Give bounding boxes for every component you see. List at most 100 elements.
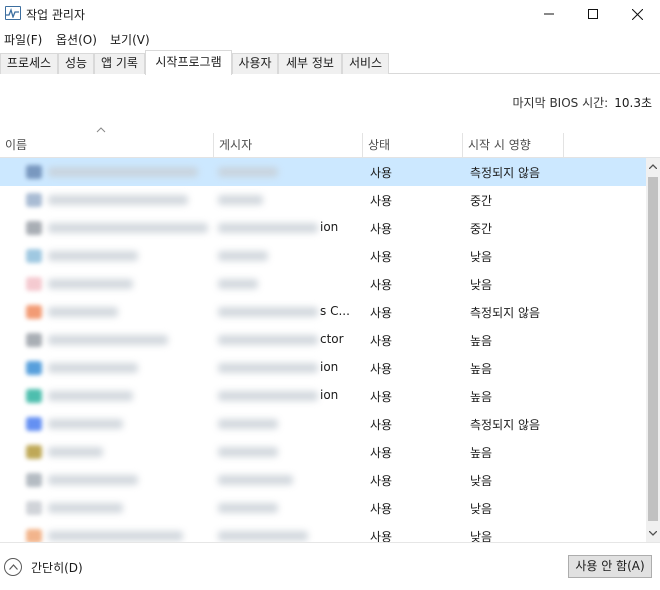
status-cell: 사용	[370, 222, 393, 236]
tab-users[interactable]: 사용자	[232, 53, 278, 74]
app-icon	[26, 361, 42, 375]
app-icon	[26, 165, 42, 179]
impact-cell: 높음	[470, 446, 493, 460]
redacted-app-name	[48, 279, 133, 289]
startup-row[interactable]: ion 사용 중간	[0, 214, 646, 242]
publisher-text: ion	[320, 220, 339, 234]
status-cell: 사용	[370, 530, 393, 542]
redacted-publisher	[218, 307, 318, 317]
window-title: 작업 관리자	[26, 8, 86, 22]
startup-row[interactable]: s C... 사용 측정되지 않음	[0, 298, 646, 326]
redacted-app-name	[48, 251, 138, 261]
startup-row[interactable]: 사용 낮음	[0, 522, 646, 542]
redacted-app-name	[48, 335, 168, 345]
app-icon	[26, 221, 42, 235]
task-manager-icon	[5, 6, 21, 20]
column-name[interactable]: 이름	[0, 133, 213, 157]
startup-row[interactable]: 사용 낮음	[0, 242, 646, 270]
scroll-thumb[interactable]	[648, 177, 658, 521]
startup-list: 사용 측정되지 않음 사용 중간 ion 사용 중간 사용 낮음 사용 낮음 s C... 사용 측정되지…	[0, 158, 646, 542]
bios-time-label: 마지막 BIOS 시간:	[512, 96, 609, 110]
chevron-down-icon	[649, 531, 657, 536]
redacted-publisher	[218, 391, 318, 401]
publisher-text: ion	[320, 388, 339, 402]
app-icon	[26, 501, 42, 515]
fewer-details-button[interactable]: 간단히(D)	[4, 556, 83, 578]
redacted-app-name	[48, 447, 103, 457]
status-cell: 사용	[370, 418, 393, 432]
app-icon	[26, 473, 42, 487]
app-icon	[26, 417, 42, 431]
impact-cell: 높음	[470, 362, 493, 376]
column-startup-impact[interactable]: 시작 시 영향	[463, 133, 563, 157]
redacted-publisher	[218, 251, 268, 261]
startup-row[interactable]: 사용 낮음	[0, 270, 646, 298]
footer-bar: 간단히(D) 사용 안 함(A)	[0, 542, 660, 590]
tab-startup[interactable]: 시작프로그램	[145, 50, 232, 75]
publisher-text: ion	[320, 360, 339, 374]
startup-row[interactable]: 사용 중간	[0, 186, 646, 214]
startup-row[interactable]: 사용 측정되지 않음	[0, 158, 646, 186]
redacted-publisher	[218, 335, 318, 345]
maximize-button[interactable]	[570, 0, 616, 28]
redacted-publisher	[218, 503, 278, 513]
tab-bar: 프로세스 성능 앱 기록 시작프로그램 사용자 세부 정보 서비스	[0, 50, 660, 75]
maximize-icon	[588, 9, 598, 19]
impact-cell: 측정되지 않음	[470, 166, 541, 180]
column-header: 이름 게시자 상태 시작 시 영향	[0, 133, 660, 158]
redacted-app-name	[48, 167, 198, 177]
column-divider[interactable]	[563, 133, 564, 157]
redacted-app-name	[48, 503, 123, 513]
redacted-publisher	[218, 419, 278, 429]
menu-file[interactable]: 파일(F)	[4, 31, 42, 48]
impact-cell: 낮음	[470, 250, 493, 264]
redacted-publisher	[218, 447, 278, 457]
redacted-app-name	[48, 223, 208, 233]
impact-cell: 높음	[470, 334, 493, 348]
app-icon	[26, 445, 42, 459]
disable-button[interactable]: 사용 안 함(A)	[568, 555, 652, 578]
redacted-app-name	[48, 531, 183, 541]
redacted-app-name	[48, 475, 138, 485]
scroll-down-button[interactable]	[646, 525, 660, 542]
menu-options[interactable]: 옵션(O)	[56, 31, 97, 48]
vertical-scrollbar[interactable]	[646, 158, 660, 542]
redacted-app-name	[48, 195, 188, 205]
menu-view[interactable]: 보기(V)	[110, 31, 150, 48]
tab-processes[interactable]: 프로세스	[0, 53, 58, 74]
tab-app-history[interactable]: 앱 기록	[94, 53, 145, 74]
scroll-up-button[interactable]	[646, 158, 660, 175]
app-icon	[26, 305, 42, 319]
startup-row[interactable]: 사용 측정되지 않음	[0, 410, 646, 438]
startup-row[interactable]: 사용 낮음	[0, 466, 646, 494]
redacted-app-name	[48, 363, 138, 373]
bios-time: 마지막 BIOS 시간: 10.3초	[513, 94, 652, 111]
tab-performance[interactable]: 성능	[58, 53, 94, 74]
tab-services[interactable]: 서비스	[342, 53, 389, 74]
impact-cell: 낮음	[470, 502, 493, 516]
status-cell: 사용	[370, 474, 393, 488]
tab-details[interactable]: 세부 정보	[278, 53, 342, 74]
column-status[interactable]: 상태	[363, 133, 462, 157]
impact-cell: 낮음	[470, 474, 493, 488]
redacted-publisher	[218, 223, 318, 233]
minimize-icon	[544, 13, 554, 15]
chevron-up-icon	[649, 164, 657, 169]
column-publisher[interactable]: 게시자	[214, 133, 362, 157]
redacted-publisher	[218, 363, 318, 373]
chevron-up-circle-icon	[4, 558, 22, 576]
startup-row[interactable]: 사용 낮음	[0, 494, 646, 522]
minimize-button[interactable]	[526, 0, 572, 28]
status-cell: 사용	[370, 362, 393, 376]
app-icon	[26, 389, 42, 403]
status-cell: 사용	[370, 502, 393, 516]
close-button[interactable]	[614, 0, 660, 28]
impact-cell: 높음	[470, 390, 493, 404]
close-icon	[631, 8, 643, 20]
startup-row[interactable]: ctor 사용 높음	[0, 326, 646, 354]
status-cell: 사용	[370, 278, 393, 292]
startup-row[interactable]: 사용 높음	[0, 438, 646, 466]
startup-row[interactable]: ion 사용 높음	[0, 382, 646, 410]
bios-time-value: 10.3초	[614, 96, 652, 110]
startup-row[interactable]: ion 사용 높음	[0, 354, 646, 382]
